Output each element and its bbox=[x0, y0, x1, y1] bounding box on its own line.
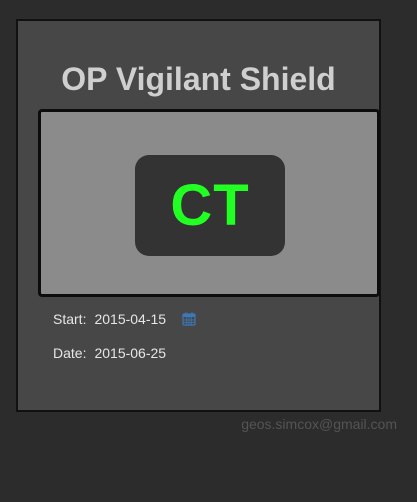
start-label: Start: bbox=[53, 311, 87, 327]
operation-card: OP Vigilant Shield CT Start: 2015-04-15 … bbox=[16, 19, 381, 412]
operation-title: OP Vigilant Shield bbox=[61, 61, 336, 97]
date-label: Date: bbox=[53, 345, 87, 361]
calendar-icon[interactable] bbox=[182, 312, 196, 326]
status-panel: CT bbox=[38, 109, 380, 297]
calendar-icon-svg bbox=[182, 312, 196, 326]
start-value: 2015-04-15 bbox=[94, 311, 167, 327]
date-value: 2015-06-25 bbox=[94, 345, 167, 361]
status-badge-text: CT bbox=[170, 173, 250, 238]
date-row: Date: 2015-06-25 bbox=[53, 345, 166, 361]
status-badge: CT bbox=[135, 155, 285, 256]
author-email: geos.simcox@gmail.com bbox=[241, 416, 397, 432]
start-date-row: Start: 2015-04-15 bbox=[53, 311, 196, 327]
